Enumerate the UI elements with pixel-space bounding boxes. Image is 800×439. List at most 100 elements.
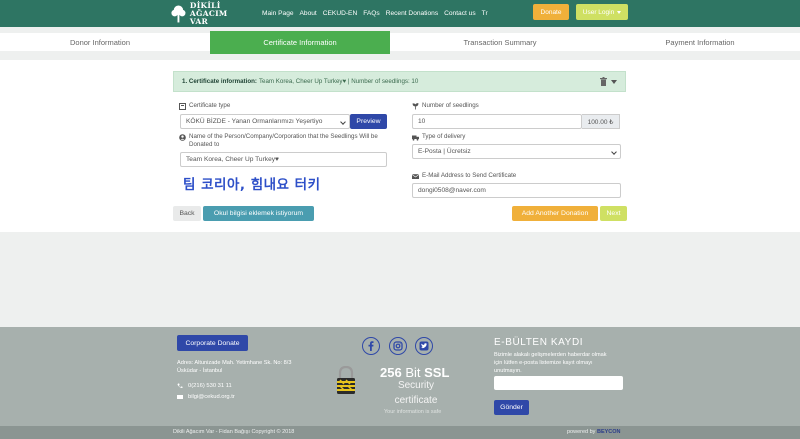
donee-name-value: Team Korea, Cheer Up Turkey♥ (186, 156, 279, 163)
lock-icon (337, 366, 355, 394)
user-icon (179, 133, 186, 141)
donate-button[interactable]: Donate (533, 4, 569, 20)
trash-icon[interactable] (600, 77, 607, 86)
phone-number: 0(216) 530 31 11 (188, 383, 232, 389)
step-transaction-summary[interactable]: Transaction Summary (400, 33, 600, 51)
seedlings-input[interactable]: 10 (412, 114, 582, 129)
ssl-line2: certificate (394, 395, 438, 406)
email-text: E-Mail Address to Send Certificate (422, 172, 517, 179)
footer-bottom-bar: Dikili Ağacım Var - Fidan Bağışı Copyrig… (0, 426, 800, 439)
nav-recent-donations[interactable]: Recent Donations (386, 10, 438, 17)
ssl-word: SSL (424, 365, 450, 380)
donate-label: Donate (540, 8, 562, 16)
newsletter-title: E-BÜLTEN KAYDI (494, 337, 584, 348)
delivery-type-select[interactable]: E-Posta | Ücretsiz (412, 144, 621, 159)
step-tabs: Donor Information Certificate Informatio… (0, 31, 800, 54)
twitter-icon[interactable] (415, 337, 433, 355)
nav-faqs[interactable]: FAQs (363, 10, 380, 17)
next-label: Next (606, 210, 621, 217)
logo-line2: AĞACIM VAR (189, 8, 228, 26)
next-button[interactable]: Next (600, 206, 627, 221)
preview-button[interactable]: Preview (350, 114, 387, 129)
nav-language-tr[interactable]: Tr (482, 10, 488, 17)
truck-icon (412, 135, 419, 141)
certificate-name-preview: 팀 코리아, 힘내요 터키 (183, 177, 321, 193)
certificate-summary-bar[interactable]: 1. Certificate information: Team Korea, … (173, 71, 626, 92)
footer-email[interactable]: bilgi@cekud.org.tr (177, 394, 235, 400)
newsletter-send-label: Gönder (500, 404, 523, 411)
instagram-icon[interactable] (389, 337, 407, 355)
tree-icon (171, 5, 186, 22)
nav-cekud-en[interactable]: CEKUD-EN (323, 10, 357, 17)
certificate-type-select[interactable]: KÖKÜ BİZDE - Yanan Ormanlarımızı Yeşerti… (180, 114, 350, 129)
ssl-safe-note: Your information is safe (384, 409, 442, 415)
corporate-donate-button[interactable]: Corporate Donate (177, 335, 248, 351)
logo-text: DİKİLİ AĞACIM VAR (189, 1, 245, 26)
email-label: E-Mail Address to Send Certificate (412, 172, 516, 180)
add-school-info-label: Okul bilgisi eklemek istiyorum (213, 210, 304, 217)
phone-icon (177, 383, 183, 389)
delivery-type-value: E-Posta | Ücretsiz (418, 148, 471, 155)
select-caret-icon (611, 149, 617, 155)
powered-by-brand: BEYCON (596, 429, 621, 435)
email-input[interactable]: dongi0508@naver.com (412, 183, 621, 198)
seedlings-label: Number of seedlings (412, 102, 479, 110)
footer-phone[interactable]: 0(216) 530 31 11 (177, 383, 232, 389)
certificate-form-panel: 1. Certificate information: Team Korea, … (0, 60, 800, 232)
select-caret-icon (340, 119, 346, 125)
powered-by-text: powered by (567, 429, 596, 435)
top-navbar: DİKİLİ AĞACIM VAR Main Page About CEKUD-… (0, 0, 800, 27)
donee-name-text: Name of the Person/Company/Corporation t… (189, 133, 378, 148)
corporate-donate-label: Corporate Donate (185, 339, 240, 347)
newsletter-description: Bizimle alakalı gelişmelerden haberdar o… (494, 352, 607, 374)
step-payment-information[interactable]: Payment Information (600, 33, 800, 51)
preview-label: Preview (356, 118, 381, 125)
copyright-text: Dikili Ağacım Var - Fidan Bağışı Copyrig… (173, 429, 295, 435)
seedlings-total: 100.00 ₺ (587, 118, 614, 126)
newsletter-email-input[interactable] (494, 376, 623, 390)
facebook-icon[interactable] (362, 337, 380, 355)
caret-down-icon (617, 10, 622, 14)
ssl-number: 256 (380, 365, 402, 380)
seedlings-value: 10 (418, 118, 426, 125)
nav-about[interactable]: About (300, 10, 317, 17)
nav-contact[interactable]: Contact us (444, 10, 476, 17)
envelope-icon (177, 395, 183, 399)
seedlings-text: Number of seedlings (422, 102, 479, 109)
user-login-label: User Login (582, 8, 615, 16)
nav-main-page[interactable]: Main Page (262, 10, 294, 17)
add-another-donation-label: Add Another Donation (521, 210, 589, 217)
donee-name-input[interactable]: Team Korea, Cheer Up Turkey♥ (180, 152, 387, 167)
step-certificate-information[interactable]: Certificate Information (210, 31, 390, 54)
step-donor-information[interactable]: Donor Information (0, 33, 200, 51)
summary-title: 1. Certificate information: (182, 78, 257, 85)
ssl-headline: 256 Bit SSL (380, 365, 449, 380)
chevron-down-icon[interactable] (611, 80, 617, 84)
certificate-type-text: Certificate type (189, 102, 231, 109)
certificate-type-value: KÖKÜ BİZDE - Yanan Ormanlarımızı Yeşerti… (186, 118, 323, 125)
user-login-button[interactable]: User Login (576, 4, 628, 20)
certificate-type-label: Certificate type (179, 102, 230, 110)
summary-detail: Team Korea, Cheer Up Turkey♥ | Number of… (258, 78, 419, 85)
email-value: dongi0508@naver.com (418, 187, 486, 194)
ssl-bit: Bit (405, 365, 421, 380)
delivery-type-label: Type of delivery (412, 133, 465, 141)
add-school-info-button[interactable]: Okul bilgisi eklemek istiyorum (203, 206, 314, 221)
email-address: bilgi@cekud.org.tr (188, 394, 235, 400)
certificate-icon (179, 102, 186, 110)
footer-address: Adres: Altunizade Mah. Yetimhane Sk. No:… (177, 360, 292, 374)
donee-name-label: Name of the Person/Company/Corporation t… (179, 133, 389, 149)
envelope-icon (412, 173, 419, 179)
seedling-icon (412, 102, 419, 109)
ssl-line1: Security (397, 380, 435, 391)
back-label: Back (179, 210, 195, 217)
delivery-type-text: Type of delivery (422, 133, 466, 140)
site-logo[interactable]: DİKİLİ AĞACIM VAR (170, 1, 245, 26)
footer: Corporate Donate Adres: Altunizade Mah. … (0, 327, 800, 439)
nav-menu: Main Page About CEKUD-EN FAQs Recent Don… (262, 0, 494, 27)
powered-by[interactable]: powered by BEYCON (567, 429, 621, 435)
newsletter-send-button[interactable]: Gönder (494, 400, 529, 415)
seedlings-total-addon: 100.00 ₺ (582, 114, 620, 129)
back-button[interactable]: Back (173, 206, 201, 221)
add-another-donation-button[interactable]: Add Another Donation (512, 206, 598, 221)
